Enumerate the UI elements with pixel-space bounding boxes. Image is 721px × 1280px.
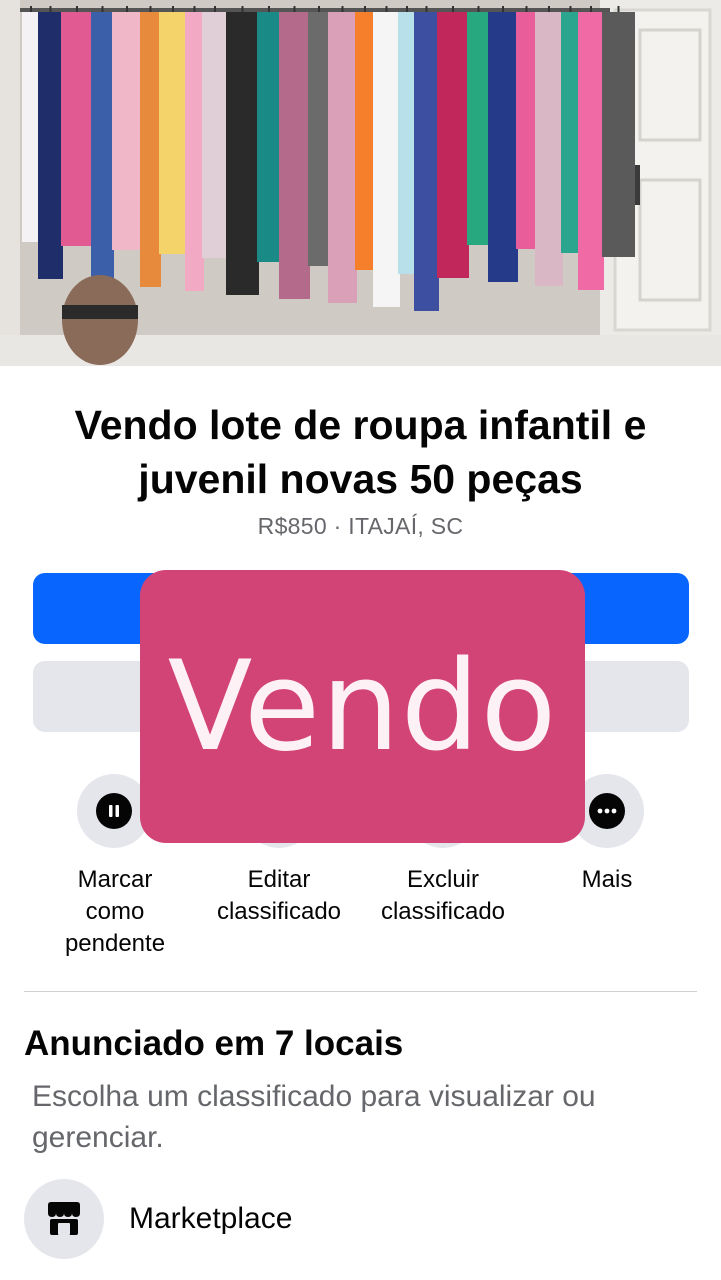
listing-price-location: R$850 · ITAJAÍ, SC: [257, 513, 464, 539]
garment-shape: [257, 12, 281, 262]
mark-pending-label: Marcar como pendente: [64, 866, 166, 957]
listing-title: Vendo lote de roupa infantil e juvenil n…: [74, 402, 647, 502]
storefront-icon: [48, 1202, 80, 1235]
listing-photo[interactable]: [0, 0, 721, 366]
garment-shape: [185, 12, 204, 291]
garment-shape: [488, 12, 518, 282]
edit-listing-label: Editar classificado: [216, 866, 342, 925]
section-divider: [24, 991, 697, 992]
garment-shape: [414, 12, 439, 311]
garment-shape: [355, 12, 375, 270]
garment-shape: [140, 12, 161, 287]
garment-shape: [437, 12, 469, 278]
marketplace-item-icon-wrap[interactable]: [24, 1179, 104, 1259]
more-dots-icon: [589, 793, 625, 829]
garment-shape: [226, 12, 259, 295]
garment-shape: [578, 12, 604, 290]
vendo-overlay-badge: Vendo: [140, 570, 585, 843]
pause-icon: [96, 793, 132, 829]
garment-shape: [398, 12, 416, 274]
vendo-overlay-text: Vendo: [167, 634, 558, 779]
garment-shape: [561, 12, 580, 253]
garment-shape: [516, 12, 537, 249]
listed-locations-title: Anunciado em 7 locais: [24, 1024, 404, 1063]
garment-shape: [602, 12, 635, 257]
marketplace-item-label[interactable]: Marketplace: [129, 1202, 292, 1236]
garment-shape: [328, 12, 357, 303]
garment-shape: [112, 12, 142, 250]
garment-shape: [22, 12, 40, 242]
garment-shape: [467, 12, 490, 245]
garment-shape: [308, 12, 330, 266]
garment-shape: [61, 12, 93, 246]
delete-listing-label: Excluir classificado: [380, 866, 506, 925]
garment-shape: [91, 12, 114, 283]
garment-shape: [373, 12, 400, 307]
more-label: Mais: [581, 866, 633, 893]
clothing-rack-image: [0, 0, 721, 366]
garment-shape: [202, 12, 228, 258]
garment-shape: [535, 12, 563, 286]
garment-shape: [38, 12, 63, 279]
garment-shape: [279, 12, 310, 299]
listed-locations-description: Escolha um classificado para visualizar …: [32, 1080, 596, 1154]
garment-shape: [159, 12, 187, 254]
